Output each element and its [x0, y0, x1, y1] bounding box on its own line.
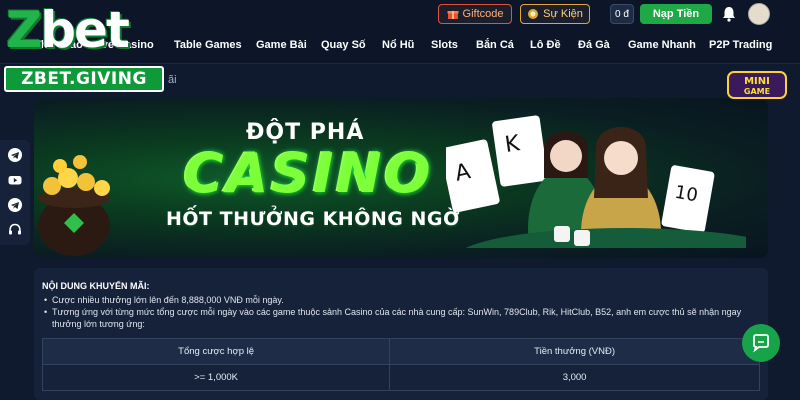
- rewards-table: Tổng cược hợp lệ Tiền thưởng (VNĐ) >= 1,…: [41, 338, 760, 391]
- deposit-button[interactable]: Nạp Tiền: [640, 4, 712, 24]
- promo-heading: NỘI DUNG KHUYẾN MÃI:: [42, 281, 150, 291]
- giftcode-label: Giftcode: [462, 8, 504, 20]
- balance-display: 0 đ: [610, 4, 634, 24]
- table-cell: 3,000: [389, 364, 760, 391]
- event-icon: [528, 9, 539, 19]
- bell-icon[interactable]: [720, 5, 738, 23]
- nav-item-p2p-trading[interactable]: P2P Trading: [709, 39, 772, 51]
- table-header-cell: Tiền thưởng (VNĐ): [389, 338, 760, 365]
- promo-bullet: Tương ứng với từng mức tổng cược mỗi ngà…: [44, 306, 752, 330]
- nav-item-quay-so[interactable]: Quay Số: [321, 39, 366, 51]
- telegram-icon[interactable]: [8, 148, 22, 162]
- banner-casino-title: CASINO: [184, 142, 434, 205]
- table-header-cell: Tổng cược hợp lệ: [41, 338, 391, 365]
- nav-item-game-nhanh[interactable]: Game Nhanh: [628, 39, 696, 51]
- mini-game-button[interactable]: MINI GAME: [726, 64, 788, 104]
- nav-item-lo-de[interactable]: Lô Đề: [530, 39, 561, 51]
- mini-game-label: MINI: [744, 76, 770, 87]
- brand-logo[interactable]: Zbet: [4, 2, 164, 62]
- nav-item-table-games[interactable]: Table Games: [174, 39, 242, 51]
- nav-item-ban-ca[interactable]: Bắn Cá: [476, 39, 514, 51]
- chat-bubble-icon: [753, 334, 769, 353]
- promo-bullet: Cược nhiều thưởng lớn lên đến 8,888,000 …: [44, 294, 752, 306]
- giftcode-button[interactable]: Giftcode: [438, 4, 512, 24]
- social-sidebar: [0, 140, 30, 245]
- promo-content-panel: NỘI DUNG KHUYẾN MÃI: Cược nhiều thưởng l…: [34, 268, 768, 400]
- live-chat-button[interactable]: [742, 324, 780, 362]
- playing-cards-illustration: A K 10: [446, 115, 746, 248]
- headset-icon[interactable]: [8, 223, 22, 237]
- nav-item-game-bai[interactable]: Game Bài: [256, 39, 307, 51]
- youtube-icon[interactable]: [8, 173, 22, 187]
- event-label: Sự Kiện: [543, 8, 583, 20]
- promo-banner[interactable]: A K 10 ĐỘT PHÁ CASINO HỐT THƯỞNG KHÔNG N…: [34, 98, 768, 258]
- brand-badge: ZBET.GIVING: [4, 66, 164, 92]
- user-avatar[interactable]: [748, 3, 770, 25]
- breadcrumb: ãi: [168, 74, 177, 86]
- svg-text:10: 10: [673, 182, 699, 207]
- banner-line3: HỐT THƯỞNG KHÔNG NGỜ: [166, 208, 461, 230]
- gift-icon: [447, 11, 459, 19]
- nav-item-slots[interactable]: Slots: [431, 39, 458, 51]
- telegram-icon[interactable]: [8, 198, 22, 212]
- event-button[interactable]: Sự Kiện: [520, 4, 590, 24]
- table-row: >= 1,000K 3,000: [41, 364, 760, 391]
- svg-text:GAME: GAME: [744, 87, 770, 96]
- coin-pot-illustration: [38, 155, 110, 256]
- nav-item-no-hu[interactable]: Nổ Hũ: [382, 39, 414, 51]
- nav-item-da-ga[interactable]: Đá Gà: [578, 39, 610, 51]
- table-header-row: Tổng cược hợp lệ Tiền thưởng (VNĐ): [41, 338, 760, 365]
- table-cell: >= 1,000K: [41, 364, 391, 391]
- logo-wordmark: Zbet: [6, 1, 130, 59]
